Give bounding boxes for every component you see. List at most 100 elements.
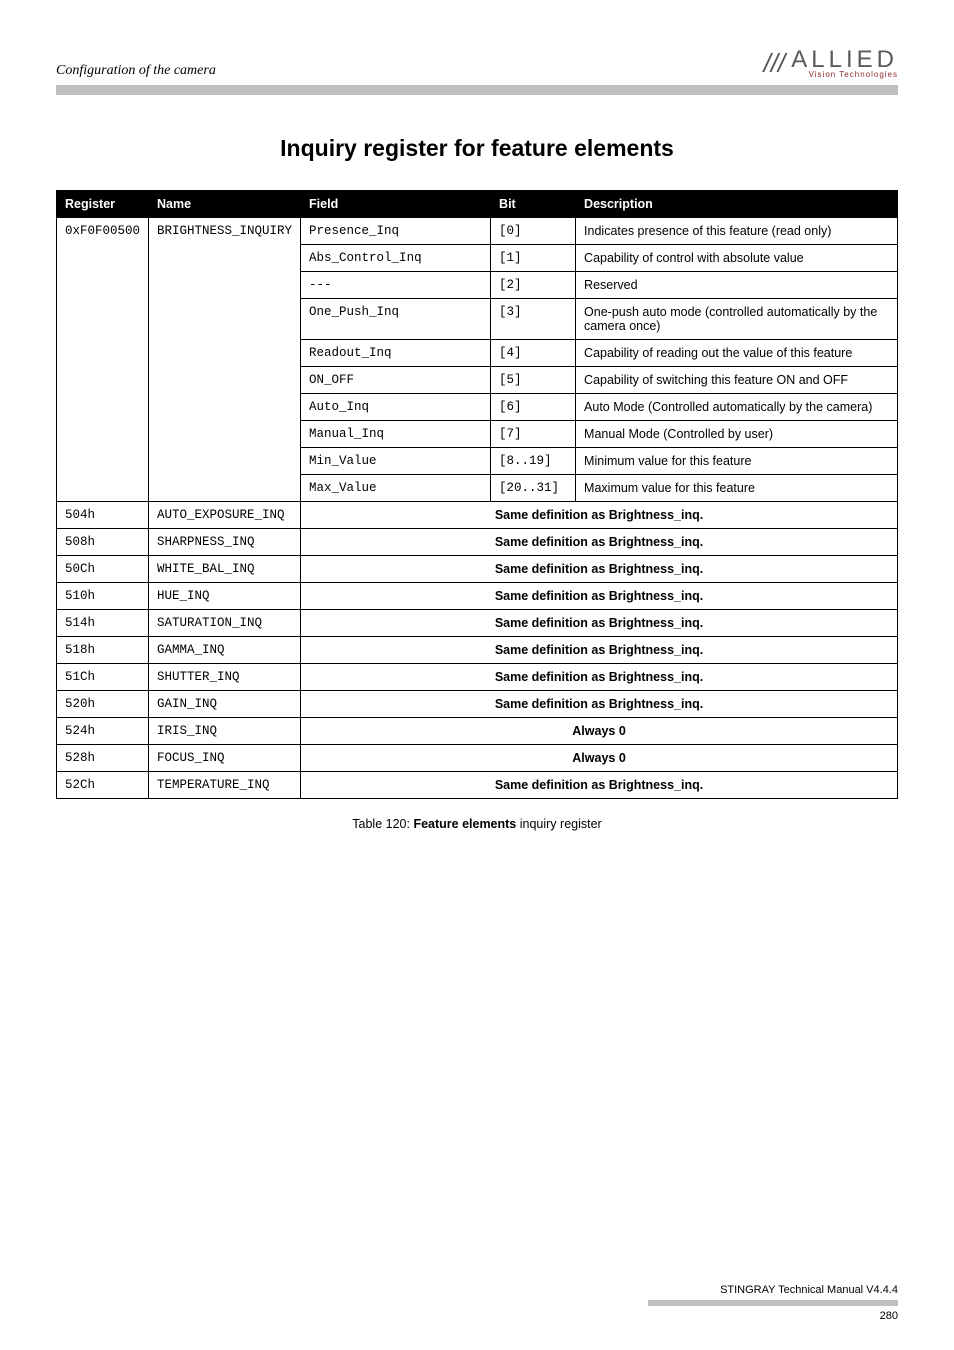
cell-span-definition: Always 0	[301, 745, 898, 772]
cell-register: 0xF0F00500	[57, 218, 149, 502]
cell-description: Minimum value for this feature	[576, 448, 898, 475]
cell-name: WHITE_BAL_INQ	[149, 556, 301, 583]
cell-name: SHARPNESS_INQ	[149, 529, 301, 556]
cell-span-definition: Same definition as Brightness_inq.	[301, 556, 898, 583]
cell-register: 508h	[57, 529, 149, 556]
cell-name: BRIGHTNESS_INQUIRY	[149, 218, 301, 502]
cell-name: TEMPERATURE_INQ	[149, 772, 301, 799]
cell-span-definition: Same definition as Brightness_inq.	[301, 610, 898, 637]
header-rule	[56, 85, 898, 95]
cell-field: Presence_Inq	[301, 218, 491, 245]
table-row: 50ChWHITE_BAL_INQSame definition as Brig…	[57, 556, 898, 583]
cell-name: AUTO_EXPOSURE_INQ	[149, 502, 301, 529]
table-row: 504hAUTO_EXPOSURE_INQSame definition as …	[57, 502, 898, 529]
cell-register: 52Ch	[57, 772, 149, 799]
cell-register: 504h	[57, 502, 149, 529]
table-row: 0xF0F00500BRIGHTNESS_INQUIRYPresence_Inq…	[57, 218, 898, 245]
table-row: 514hSATURATION_INQSame definition as Bri…	[57, 610, 898, 637]
col-register: Register	[57, 191, 149, 218]
cell-name: GAIN_INQ	[149, 691, 301, 718]
cell-description: Maximum value for this feature	[576, 475, 898, 502]
col-name: Name	[149, 191, 301, 218]
cell-description: Reserved	[576, 272, 898, 299]
cell-bit: [6]	[491, 394, 576, 421]
logo-stripes-icon: ///	[764, 48, 786, 79]
table-caption: Table 120: Feature elements inquiry regi…	[56, 817, 898, 831]
cell-span-definition: Same definition as Brightness_inq.	[301, 664, 898, 691]
cell-bit: [3]	[491, 299, 576, 340]
cell-field: Abs_Control_Inq	[301, 245, 491, 272]
col-bit: Bit	[491, 191, 576, 218]
cell-description: One-push auto mode (controlled automatic…	[576, 299, 898, 340]
cell-bit: [20..31]	[491, 475, 576, 502]
cell-name: SATURATION_INQ	[149, 610, 301, 637]
cell-name: IRIS_INQ	[149, 718, 301, 745]
cell-span-definition: Same definition as Brightness_inq.	[301, 637, 898, 664]
cell-description: Manual Mode (Controlled by user)	[576, 421, 898, 448]
cell-bit: [7]	[491, 421, 576, 448]
cell-span-definition: Same definition as Brightness_inq.	[301, 772, 898, 799]
header-right: /// ALLIED Vision Technologies	[764, 48, 898, 79]
cell-register: 514h	[57, 610, 149, 637]
table-row: 51ChSHUTTER_INQSame definition as Bright…	[57, 664, 898, 691]
logo-text: ALLIED	[791, 46, 898, 73]
table-header-row: Register Name Field Bit Description	[57, 191, 898, 218]
cell-span-definition: Same definition as Brightness_inq.	[301, 502, 898, 529]
section-title: Inquiry register for feature elements	[56, 135, 898, 162]
page-footer: STINGRAY Technical Manual V4.4.4 280	[648, 1284, 898, 1322]
cell-field: One_Push_Inq	[301, 299, 491, 340]
caption-pre: Table 120:	[352, 817, 413, 831]
table-row: 518hGAMMA_INQSame definition as Brightne…	[57, 637, 898, 664]
cell-register: 51Ch	[57, 664, 149, 691]
footer-rule	[648, 1300, 898, 1306]
cell-field: Min_Value	[301, 448, 491, 475]
cell-register: 510h	[57, 583, 149, 610]
page-number: 280	[648, 1310, 898, 1322]
col-description: Description	[576, 191, 898, 218]
table-row: 52ChTEMPERATURE_INQSame definition as Br…	[57, 772, 898, 799]
cell-register: 520h	[57, 691, 149, 718]
table-row: 524hIRIS_INQAlways 0	[57, 718, 898, 745]
cell-field: Max_Value	[301, 475, 491, 502]
col-field: Field	[301, 191, 491, 218]
header-left: Configuration of the camera	[56, 63, 216, 79]
cell-description: Indicates presence of this feature (read…	[576, 218, 898, 245]
cell-name: SHUTTER_INQ	[149, 664, 301, 691]
cell-description: Capability of reading out the value of t…	[576, 340, 898, 367]
cell-name: GAMMA_INQ	[149, 637, 301, 664]
logo: /// ALLIED Vision Technologies	[764, 48, 898, 79]
cell-field: Readout_Inq	[301, 340, 491, 367]
table-row: 508hSHARPNESS_INQSame definition as Brig…	[57, 529, 898, 556]
cell-field: ---	[301, 272, 491, 299]
cell-span-definition: Same definition as Brightness_inq.	[301, 583, 898, 610]
page-header: Configuration of the camera /// ALLIED V…	[56, 48, 898, 79]
caption-bold: Feature elements	[413, 817, 516, 831]
cell-name: FOCUS_INQ	[149, 745, 301, 772]
cell-register: 524h	[57, 718, 149, 745]
cell-field: ON_OFF	[301, 367, 491, 394]
cell-register: 50Ch	[57, 556, 149, 583]
cell-bit: [4]	[491, 340, 576, 367]
cell-register: 528h	[57, 745, 149, 772]
caption-post: inquiry register	[516, 817, 601, 831]
cell-field: Manual_Inq	[301, 421, 491, 448]
cell-bit: [2]	[491, 272, 576, 299]
cell-bit: [1]	[491, 245, 576, 272]
cell-span-definition: Same definition as Brightness_inq.	[301, 691, 898, 718]
cell-bit: [5]	[491, 367, 576, 394]
cell-span-definition: Same definition as Brightness_inq.	[301, 529, 898, 556]
cell-bit: [8..19]	[491, 448, 576, 475]
table-row: 520hGAIN_INQSame definition as Brightnes…	[57, 691, 898, 718]
cell-span-definition: Always 0	[301, 718, 898, 745]
cell-bit: [0]	[491, 218, 576, 245]
cell-description: Capability of switching this feature ON …	[576, 367, 898, 394]
table-row: 528hFOCUS_INQAlways 0	[57, 745, 898, 772]
cell-field: Auto_Inq	[301, 394, 491, 421]
cell-description: Capability of control with absolute valu…	[576, 245, 898, 272]
cell-description: Auto Mode (Controlled automatically by t…	[576, 394, 898, 421]
cell-name: HUE_INQ	[149, 583, 301, 610]
feature-inquiry-table: Register Name Field Bit Description 0xF0…	[56, 190, 898, 799]
table-row: 510hHUE_INQSame definition as Brightness…	[57, 583, 898, 610]
cell-register: 518h	[57, 637, 149, 664]
footer-text: STINGRAY Technical Manual V4.4.4	[648, 1284, 898, 1296]
